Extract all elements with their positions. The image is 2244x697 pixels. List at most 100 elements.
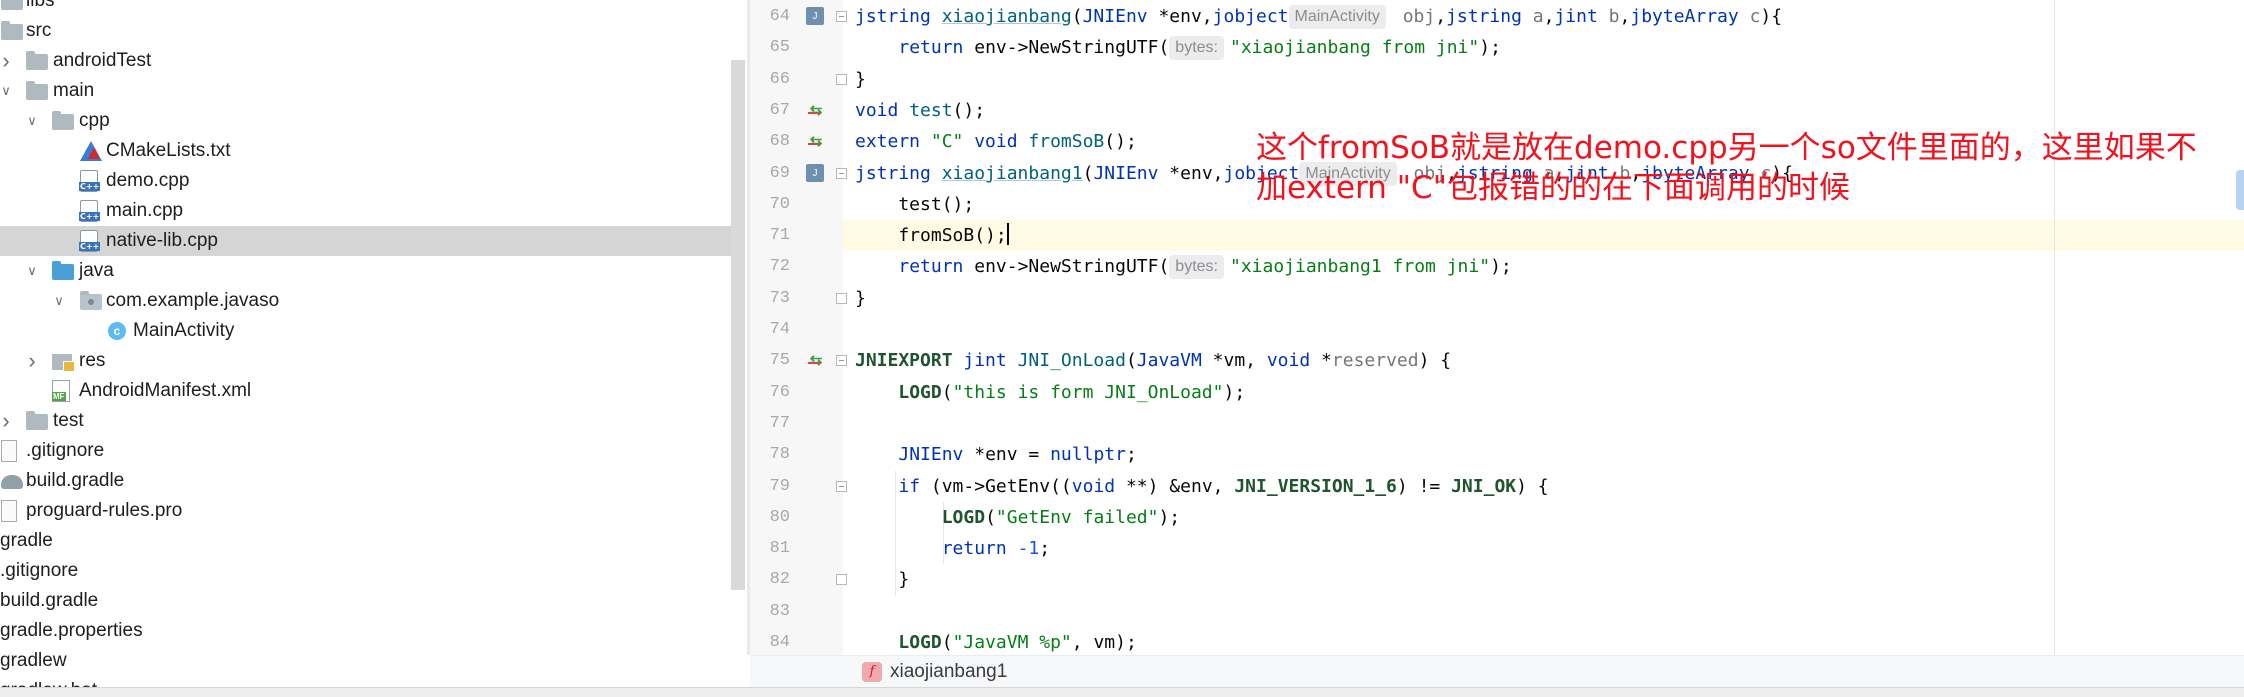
code-line[interactable]: JNIEnv *env = nullptr; bbox=[855, 439, 1136, 470]
cpp-file-icon: C++ bbox=[79, 200, 101, 222]
line-number: 75 bbox=[769, 351, 790, 371]
tree-item[interactable]: › test bbox=[0, 406, 733, 436]
code-token: JNIEXPORT bbox=[855, 350, 964, 372]
inlay-hint: bytes: bbox=[1169, 255, 1224, 280]
code-line[interactable]: void test(); bbox=[855, 95, 985, 126]
code-line[interactable]: fromSoB(); bbox=[855, 220, 1009, 251]
navigate-to-declaration-icon[interactable]: ⇆ bbox=[806, 132, 826, 152]
tree-item[interactable]: gradlew bbox=[0, 646, 733, 676]
tree-item-label: java bbox=[79, 260, 114, 281]
chevron-down-icon[interactable]: ∨ bbox=[23, 256, 41, 286]
tree-item[interactable]: ∨ cpp bbox=[0, 106, 733, 136]
code-line[interactable]: return env->NewStringUTF(bytes: "xiaojian… bbox=[855, 32, 1501, 63]
tree-item-label: cpp bbox=[79, 110, 110, 131]
code-token: nullptr bbox=[1050, 444, 1126, 466]
tree-item-label: build.gradle bbox=[26, 470, 125, 491]
tree-item[interactable]: › androidTest bbox=[0, 46, 733, 76]
tree-item-label: com.example.javaso bbox=[106, 290, 280, 311]
tree-item[interactable]: CMakeLists.txt bbox=[0, 136, 733, 166]
tree-item[interactable]: C++ demo.cpp bbox=[0, 166, 733, 196]
code-token: , bbox=[1619, 6, 1631, 27]
fold-open-icon[interactable] bbox=[836, 480, 847, 492]
tree-item[interactable]: .gitignore bbox=[0, 436, 733, 466]
navigate-to-declaration-icon[interactable]: ⇆ bbox=[806, 351, 826, 371]
tree-item[interactable]: ∨src bbox=[0, 16, 733, 46]
tree-item[interactable]: ∨ main bbox=[0, 76, 733, 106]
code-token: reserved bbox=[1331, 350, 1419, 372]
chevron-down-icon[interactable]: ∨ bbox=[0, 76, 15, 106]
code-token: jstring bbox=[855, 6, 942, 27]
gitignore-file-icon bbox=[1, 440, 17, 462]
folder-icon bbox=[1, 21, 23, 40]
code-line[interactable]: } bbox=[855, 64, 866, 95]
navigate-to-declaration-icon[interactable]: ⇆ bbox=[806, 101, 826, 121]
code-line[interactable]: LOGD("JavaVM %p", vm); bbox=[855, 627, 1136, 655]
code-line[interactable]: return -1; bbox=[855, 533, 1050, 564]
code-token: JNI_VERSION_1_6 bbox=[1234, 475, 1397, 497]
source-folder-icon bbox=[52, 261, 74, 280]
code-token: -1 bbox=[1017, 538, 1040, 560]
function-icon: f bbox=[862, 662, 882, 682]
code-token: jbyteArray bbox=[1630, 6, 1739, 27]
tree-item[interactable]: proguard-rules.pro bbox=[0, 496, 733, 526]
chevron-right-icon[interactable]: › bbox=[0, 46, 15, 76]
code-line[interactable]: JNIEXPORT jint JNI_OnLoad(JavaVM *vm, vo… bbox=[855, 345, 1451, 376]
code-token: *env, bbox=[1147, 6, 1213, 27]
code-line[interactable]: extern "C" void fromSoB(); bbox=[855, 126, 1137, 157]
chevron-down-icon[interactable]: ∨ bbox=[50, 286, 68, 316]
fold-end-icon[interactable] bbox=[836, 292, 847, 304]
tree-item-label: main.cpp bbox=[106, 200, 184, 221]
fold-end-icon[interactable] bbox=[836, 574, 847, 586]
code-token: ) != bbox=[1396, 475, 1452, 497]
documentation-icon[interactable]: J bbox=[806, 7, 824, 25]
code-editor[interactable]: 64 65 66 67 68 69 70 71 72 73 74 75 76 77 78 79 80 81 82 83… bbox=[750, 0, 2244, 655]
code-line[interactable]: if (vm->GetEnv((void **) &env, JNI_VERSI… bbox=[855, 471, 1548, 502]
tree-item[interactable]: C++ main.cpp bbox=[0, 196, 733, 226]
tree-item[interactable]: gradle bbox=[0, 526, 733, 556]
gradle-file-icon bbox=[1, 475, 23, 489]
code-token: return bbox=[898, 37, 964, 59]
chevron-right-icon[interactable]: › bbox=[0, 406, 15, 436]
code-token: ); bbox=[1479, 37, 1501, 59]
code-line[interactable]: jstring xiaojianbang(JNIEnv *env,jobject… bbox=[855, 1, 1782, 32]
fold-open-icon[interactable] bbox=[836, 355, 847, 367]
chevron-right-icon[interactable]: › bbox=[23, 346, 41, 376]
tree-scrollbar[interactable] bbox=[731, 60, 745, 590]
tree-item[interactable]: libs bbox=[0, 0, 733, 16]
tree-item[interactable]: ∨ java bbox=[0, 256, 733, 286]
package-icon bbox=[80, 291, 102, 310]
breadcrumb-function-label[interactable]: xiaojianbang1 bbox=[890, 656, 1007, 688]
breadcrumb: f xiaojianbang1 bbox=[750, 655, 2244, 687]
tree-item[interactable]: ∨ com.example.javaso bbox=[0, 286, 733, 316]
folder-icon bbox=[26, 51, 48, 70]
manifest-file-icon: MF bbox=[52, 380, 70, 402]
scroll-marker[interactable] bbox=[2236, 170, 2244, 210]
code-line[interactable]: test(); bbox=[855, 189, 974, 220]
tree-item[interactable]: .gitignore bbox=[0, 556, 733, 586]
tree-item-label: src bbox=[26, 20, 52, 41]
tree-item[interactable]: gradle.properties bbox=[0, 616, 733, 646]
cmake-icon bbox=[80, 141, 102, 161]
tree-item[interactable]: C++ native-lib.cpp bbox=[0, 226, 733, 256]
chevron-down-icon[interactable]: ∨ bbox=[23, 106, 41, 136]
code-token: void bbox=[855, 99, 910, 121]
fold-open-icon[interactable] bbox=[836, 11, 847, 22]
text-caret bbox=[1006, 223, 1009, 246]
line-number: 76 bbox=[769, 382, 790, 402]
tree-item[interactable]: c MainActivity bbox=[0, 316, 733, 346]
tree-item[interactable]: build.gradle bbox=[0, 466, 733, 496]
folder-icon bbox=[1, 0, 23, 10]
code-line[interactable]: } bbox=[855, 283, 866, 314]
tree-item[interactable]: build.gradle bbox=[0, 586, 733, 616]
code-token: * bbox=[1310, 350, 1332, 372]
fold-end-icon[interactable] bbox=[836, 73, 847, 85]
fold-open-icon[interactable] bbox=[836, 167, 847, 179]
code-line[interactable]: LOGD("GetEnv failed"); bbox=[855, 502, 1180, 533]
tree-item[interactable]: › res bbox=[0, 346, 733, 376]
documentation-icon[interactable]: J bbox=[806, 163, 824, 182]
code-token: *env, bbox=[1158, 162, 1224, 184]
code-line[interactable]: LOGD("this is form JNI_OnLoad"); bbox=[855, 377, 1245, 408]
tree-item[interactable]: MF AndroidManifest.xml bbox=[0, 376, 733, 406]
code-line[interactable]: } bbox=[855, 564, 909, 595]
code-line[interactable]: return env->NewStringUTF(bytes: "xiaojian… bbox=[855, 251, 1512, 282]
